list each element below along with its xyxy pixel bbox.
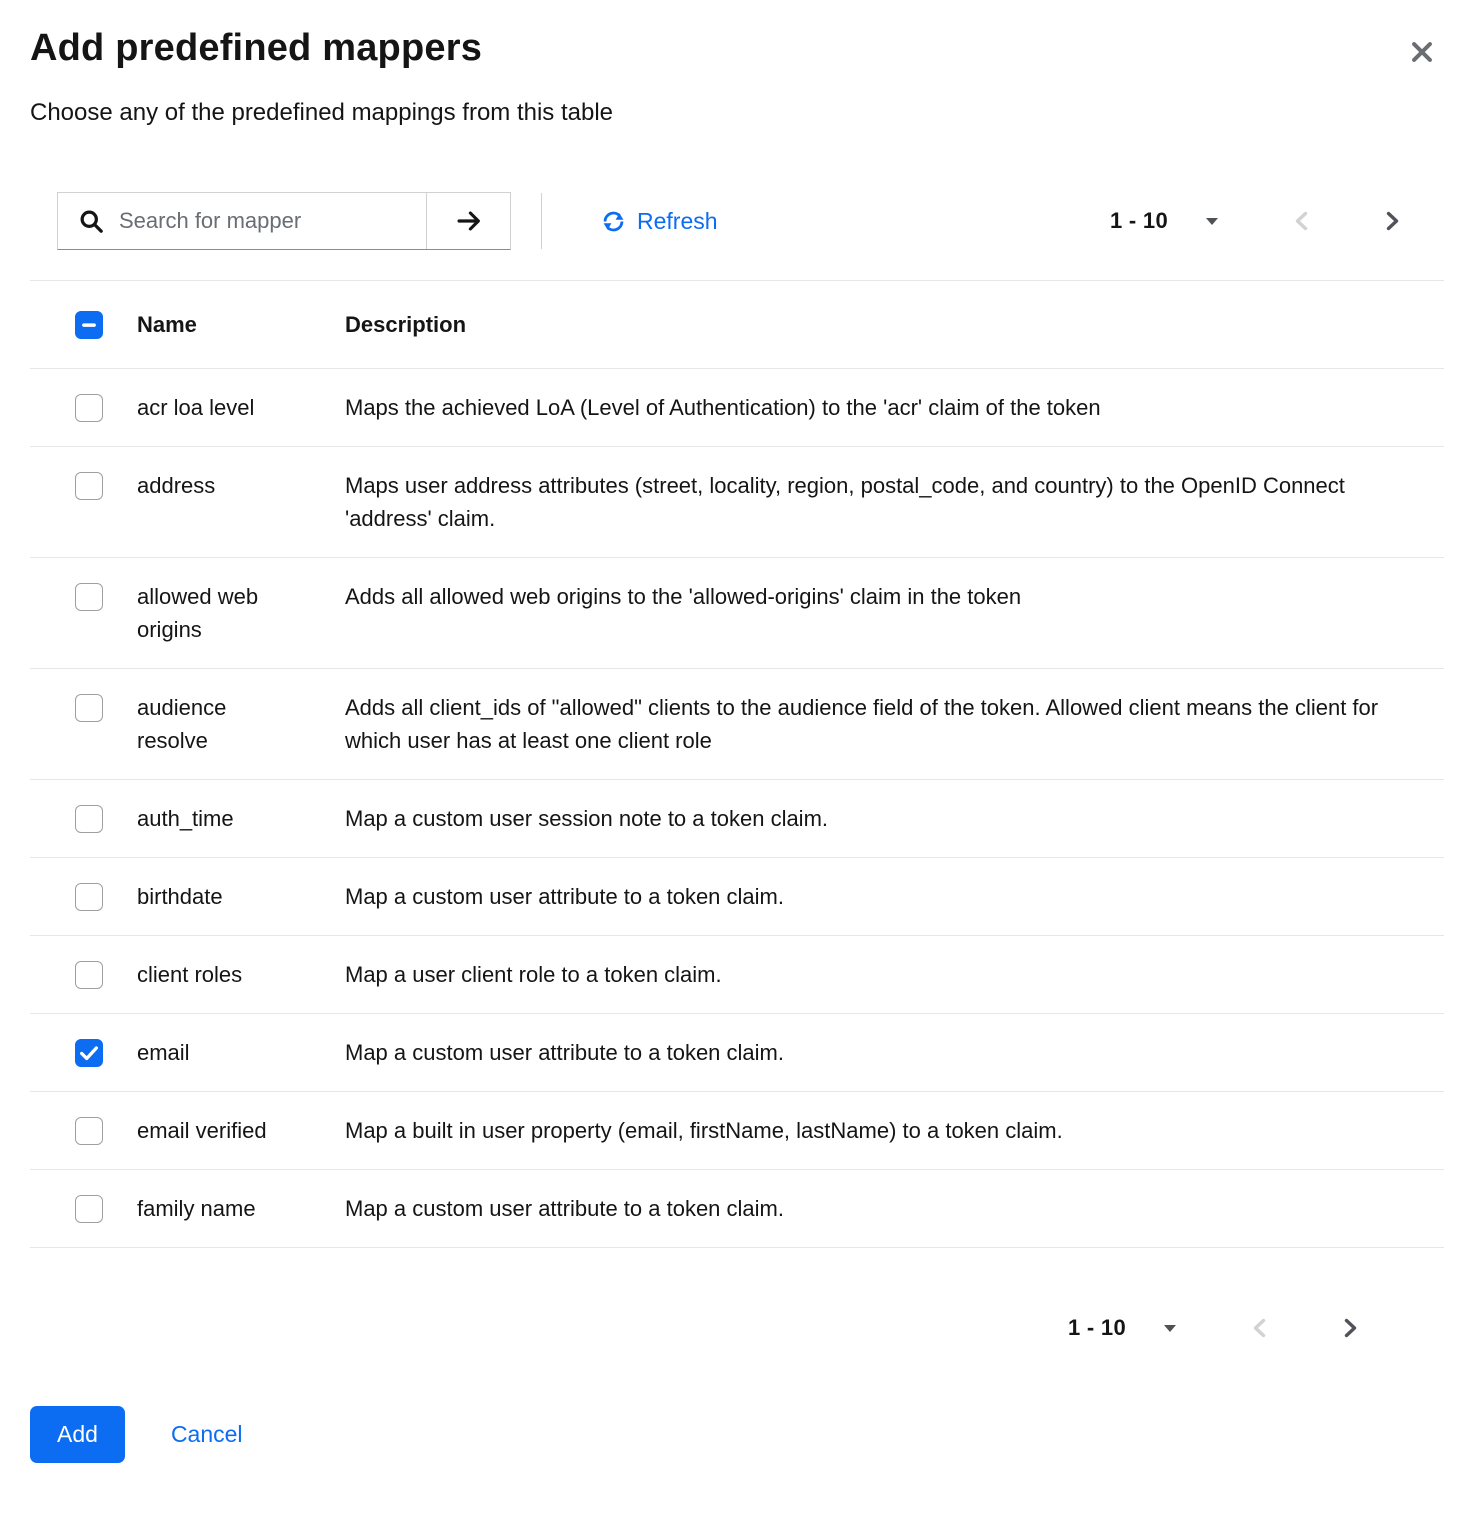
row-checkbox-cell: [75, 1192, 137, 1223]
mapper-name: acr loa level: [137, 391, 345, 424]
pagination-menu-toggle[interactable]: [1198, 207, 1226, 235]
modal-footer: Add Cancel: [30, 1406, 1444, 1463]
row-checkbox-cell: [75, 469, 137, 500]
table-row: client roles Map a user client role to a…: [30, 936, 1444, 1014]
caret-down-icon: [1204, 213, 1220, 229]
chevron-right-icon: [1338, 1316, 1362, 1340]
table-row: acr loa level Maps the achieved LoA (Lev…: [30, 369, 1444, 447]
row-checkbox[interactable]: [75, 883, 103, 911]
search-group: [57, 192, 511, 250]
row-checkbox-cell: [75, 580, 137, 611]
search-icon: [78, 208, 105, 235]
refresh-button[interactable]: Refresh: [600, 208, 718, 235]
chevron-left-icon: [1248, 1316, 1272, 1340]
modal-description: Choose any of the predefined mappings fr…: [30, 97, 1444, 128]
row-checkbox-cell: [75, 958, 137, 989]
pagination-bottom-row: 1 - 10: [30, 1310, 1444, 1346]
pagination-top: 1 - 10: [1110, 203, 1444, 239]
mapper-name: family name: [137, 1192, 345, 1225]
mapper-name: address: [137, 469, 345, 502]
add-predefined-mappers-dialog: Add predefined mappers Choose any of the…: [30, 26, 1444, 1463]
row-checkbox[interactable]: [75, 472, 103, 500]
row-checkbox-cell: [75, 1036, 137, 1067]
pagination-menu-toggle[interactable]: [1156, 1314, 1184, 1342]
mapper-name: audience resolve: [137, 691, 345, 757]
row-checkbox[interactable]: [75, 394, 103, 422]
row-checkbox[interactable]: [75, 961, 103, 989]
pagination-range: 1 - 10: [1068, 1315, 1126, 1341]
next-page-button[interactable]: [1332, 1310, 1368, 1346]
table-header-row: Name Description: [30, 281, 1444, 369]
mapper-name: auth_time: [137, 802, 345, 835]
add-button[interactable]: Add: [30, 1406, 125, 1463]
table-row: address Maps user address attributes (st…: [30, 447, 1444, 558]
mapper-description: Maps user address attributes (street, lo…: [345, 469, 1410, 535]
row-checkbox[interactable]: [75, 583, 103, 611]
chevron-right-icon: [1380, 209, 1404, 233]
row-checkbox[interactable]: [75, 1117, 103, 1145]
table-row: audience resolve Adds all client_ids of …: [30, 669, 1444, 780]
row-checkbox-cell: [75, 1114, 137, 1145]
close-button[interactable]: [1402, 32, 1442, 72]
row-checkbox-cell: [75, 880, 137, 911]
prev-page-button: [1284, 203, 1320, 239]
table-row: email Map a custom user attribute to a t…: [30, 1014, 1444, 1092]
mapper-description: Adds all allowed web origins to the 'all…: [345, 580, 1410, 613]
table-body: acr loa level Maps the achieved LoA (Lev…: [30, 369, 1444, 1248]
mapper-description: Map a custom user attribute to a token c…: [345, 1036, 1410, 1069]
mapper-description: Map a custom user attribute to a token c…: [345, 1192, 1410, 1225]
search-submit-button[interactable]: [426, 193, 510, 249]
pagination-range: 1 - 10: [1110, 208, 1168, 234]
mapper-name: email: [137, 1036, 345, 1069]
table-row: family name Map a custom user attribute …: [30, 1170, 1444, 1248]
row-checkbox-cell: [75, 391, 137, 422]
cancel-button[interactable]: Cancel: [171, 1421, 243, 1448]
table-row: auth_time Map a custom user session note…: [30, 780, 1444, 858]
pagination-bottom: 1 - 10: [1068, 1310, 1444, 1346]
row-checkbox[interactable]: [75, 694, 103, 722]
mappers-table: Name Description acr loa level Maps the …: [30, 280, 1444, 1248]
table-row: birthdate Map a custom user attribute to…: [30, 858, 1444, 936]
row-checkbox[interactable]: [75, 805, 103, 833]
page-title: Add predefined mappers: [30, 26, 482, 72]
column-header-description: Description: [345, 308, 1410, 341]
mapper-description: Map a built in user property (email, fir…: [345, 1114, 1410, 1147]
toolbar-divider: [541, 193, 542, 249]
search-input[interactable]: [105, 193, 426, 249]
toolbar: Refresh 1 - 10: [30, 192, 1444, 250]
mapper-description: Map a custom user session note to a toke…: [345, 802, 1410, 835]
refresh-label: Refresh: [637, 210, 718, 233]
mapper-name: email verified: [137, 1114, 345, 1147]
row-checkbox-cell: [75, 802, 137, 833]
caret-down-icon: [1162, 1320, 1178, 1336]
mapper-name: birthdate: [137, 880, 345, 913]
close-icon: [1408, 38, 1436, 66]
select-all-cell: [75, 308, 137, 339]
refresh-icon: [600, 208, 627, 235]
check-icon: [78, 1042, 100, 1064]
mapper-description: Adds all client_ids of "allowed" clients…: [345, 691, 1410, 757]
arrow-right-icon: [455, 207, 483, 235]
chevron-left-icon: [1290, 209, 1314, 233]
next-page-button[interactable]: [1374, 203, 1410, 239]
column-header-name: Name: [137, 308, 345, 341]
row-checkbox-cell: [75, 691, 137, 722]
mapper-description: Map a custom user attribute to a token c…: [345, 880, 1410, 913]
table-row: email verified Map a built in user prope…: [30, 1092, 1444, 1170]
mapper-name: allowed web origins: [137, 580, 345, 646]
mapper-name: client roles: [137, 958, 345, 991]
indeterminate-icon: [78, 314, 100, 336]
row-checkbox[interactable]: [75, 1039, 103, 1067]
search-box: [58, 193, 426, 249]
prev-page-button: [1242, 1310, 1278, 1346]
select-all-checkbox[interactable]: [75, 311, 103, 339]
row-checkbox[interactable]: [75, 1195, 103, 1223]
table-row: allowed web origins Adds all allowed web…: [30, 558, 1444, 669]
modal-header: Add predefined mappers: [30, 26, 1444, 72]
mapper-description: Maps the achieved LoA (Level of Authenti…: [345, 391, 1410, 424]
mapper-description: Map a user client role to a token claim.: [345, 958, 1410, 991]
